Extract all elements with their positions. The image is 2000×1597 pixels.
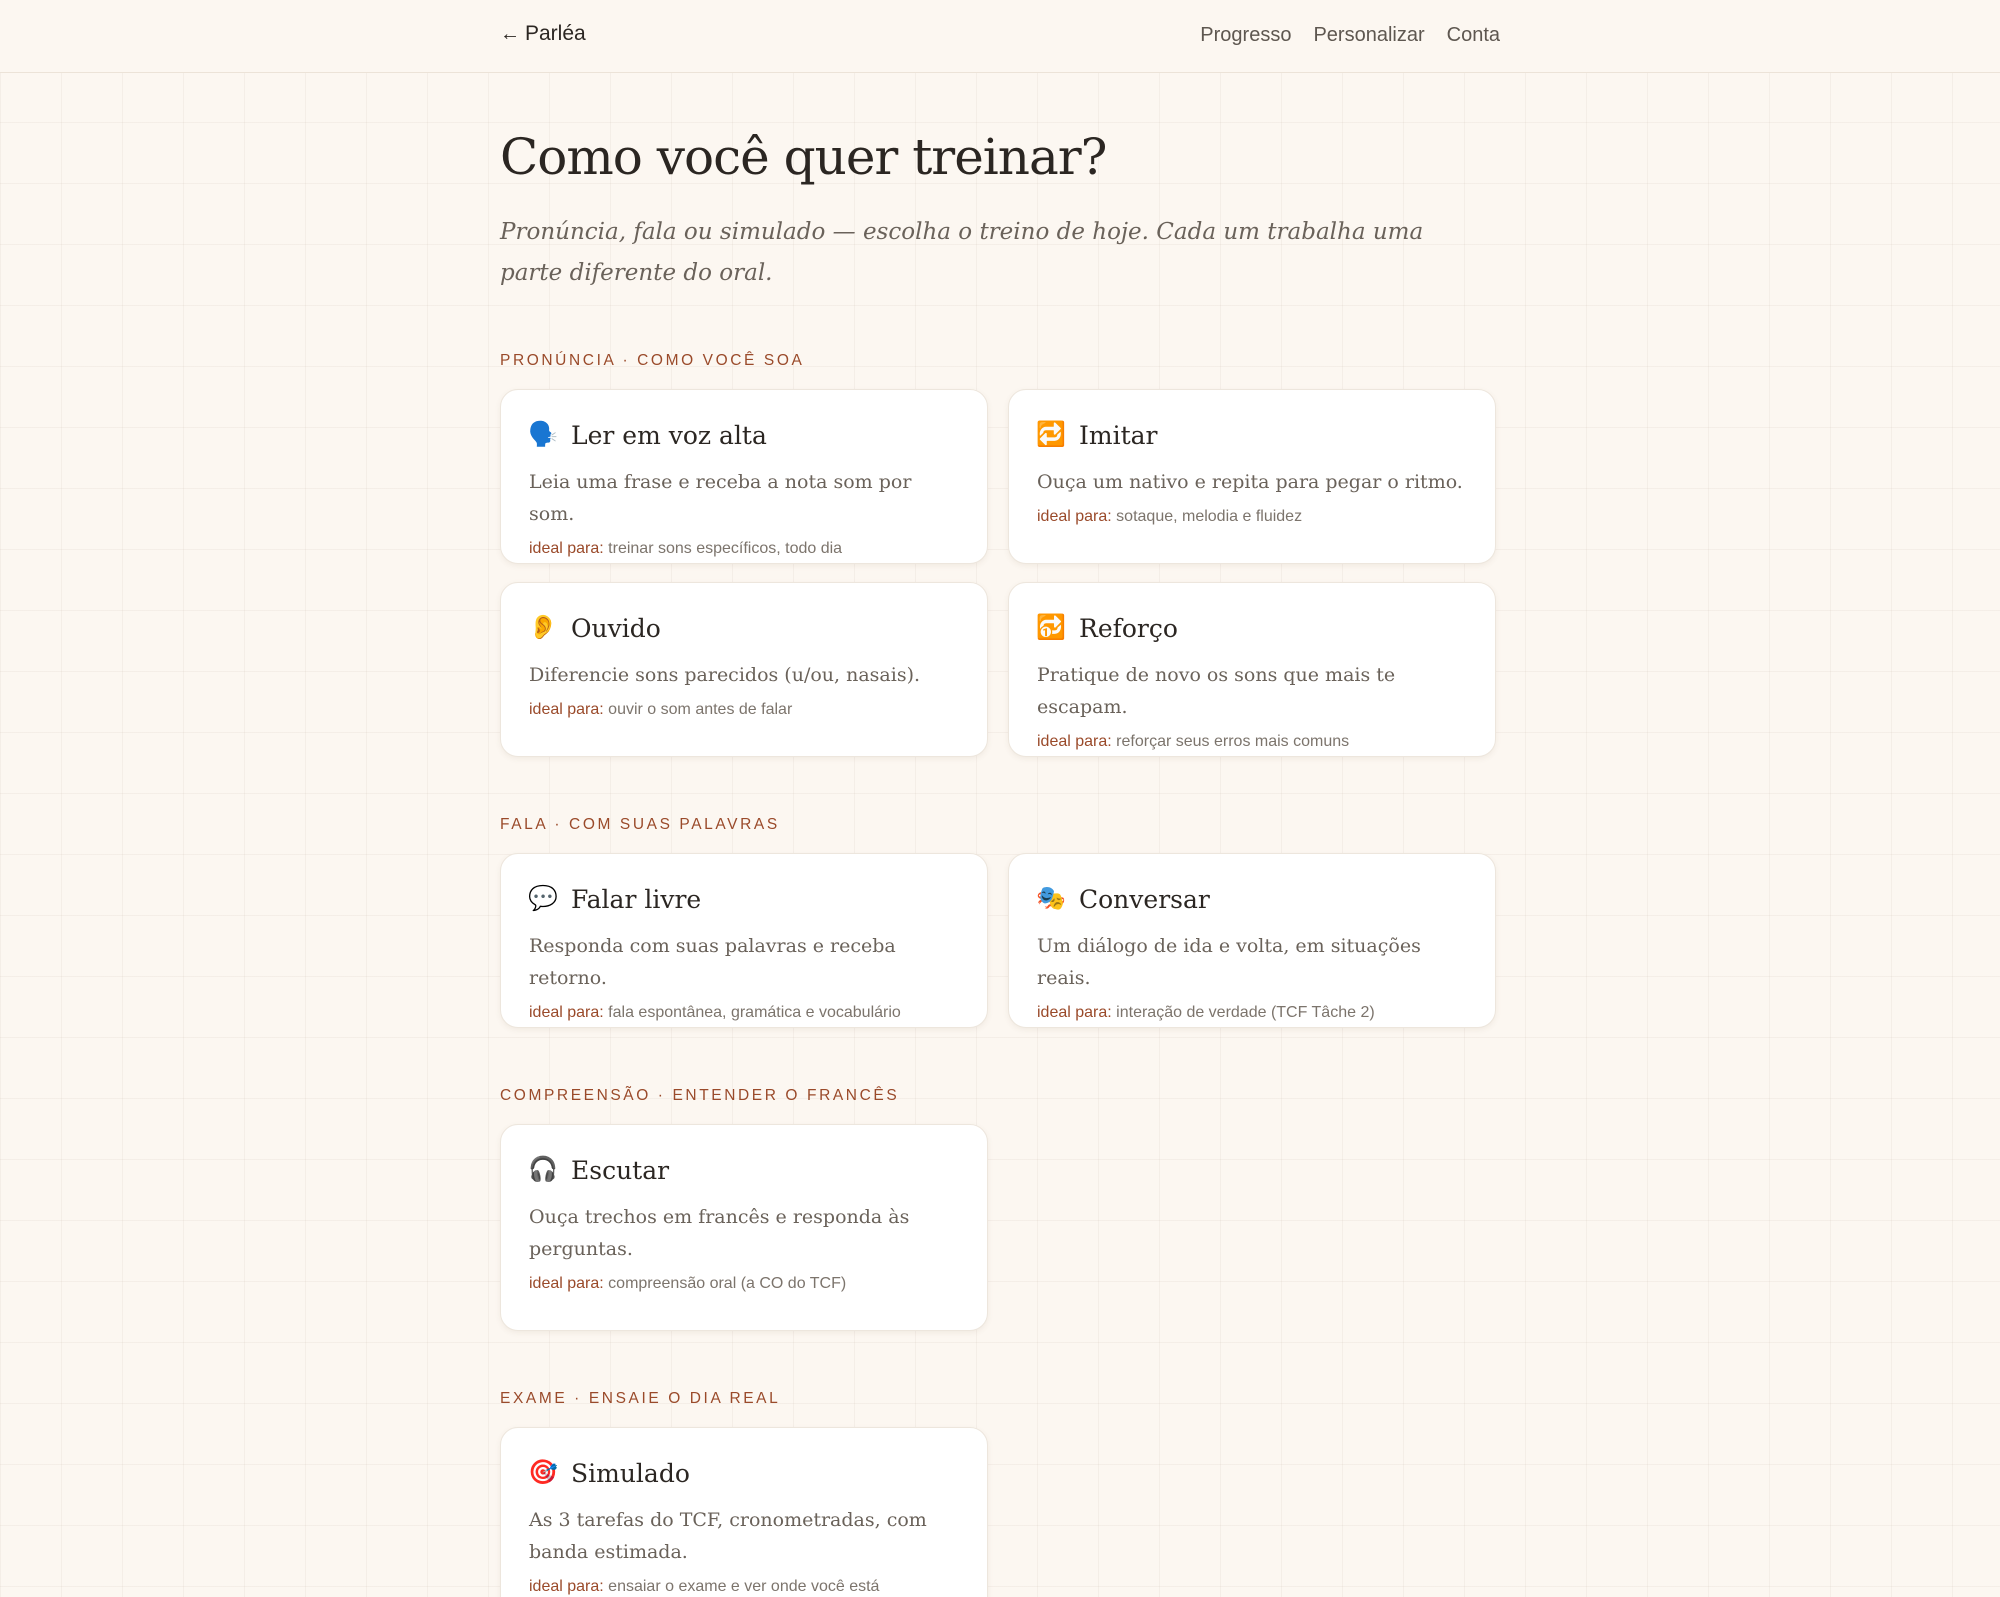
card-description: Ouça um nativo e repita para pegar o rit… (1037, 471, 1463, 493)
card-ideal-for: ideal para: ensaiar o exame e ver onde v… (529, 1578, 959, 1596)
ideal-prefix: ideal para: (1037, 733, 1112, 750)
card-title: Conversar (1079, 884, 1210, 914)
ideal-value: sotaque, melodia e fluidez (1116, 508, 1303, 525)
mode-card-imitar[interactable]: 🔁 Imitar Ouça um nativo e repita para pe… (1008, 389, 1496, 564)
theater-masks-icon: 🎭 (1036, 885, 1066, 912)
mode-card-conversar[interactable]: 🎭 Conversar Um diálogo de ida e volta, e… (1008, 853, 1496, 1028)
ideal-value: fala espontânea, gramática e vocabulário (608, 1004, 901, 1021)
brand-name: Parléa (525, 22, 586, 45)
ideal-value: reforçar seus erros mais comuns (1116, 733, 1350, 750)
card-ideal-for: ideal para: sotaque, melodia e fluidez (1037, 508, 1467, 526)
repeat-icon: 🔁 (1036, 421, 1066, 448)
card-ideal-for: ideal para: interação de verdade (TCF Tâ… (1037, 1004, 1467, 1022)
ideal-value: compreensão oral (a CO do TCF) (608, 1275, 847, 1292)
card-title: Falar livre (571, 884, 702, 914)
mode-card-ouvido[interactable]: 👂 Ouvido Diferencie sons parecidos (u/ou… (500, 582, 988, 757)
card-ideal-for: ideal para: reforçar seus erros mais com… (1037, 733, 1467, 751)
ideal-value: ensaiar o exame e ver onde você está (608, 1578, 880, 1595)
card-description: Ouça trechos em francês e responda às pe… (529, 1206, 910, 1260)
repeat-single-icon: 🔂 (1036, 614, 1066, 641)
card-description: Diferencie sons parecidos (u/ou, nasais)… (529, 664, 921, 686)
card-ideal-for: ideal para: treinar sons específicos, to… (529, 540, 959, 558)
ideal-value: treinar sons específicos, todo dia (608, 540, 843, 557)
card-description: Um diálogo de ida e volta, em situações … (1037, 935, 1421, 989)
top-nav: Progresso Personalizar Conta (1200, 24, 1500, 47)
card-title: Escutar (571, 1155, 670, 1185)
headphones-icon: 🎧 (528, 1156, 558, 1183)
card-ideal-for: ideal para: fala espontânea, gramática e… (529, 1004, 959, 1022)
ideal-value: ouvir o som antes de falar (608, 701, 793, 718)
back-arrow-icon: ← (500, 22, 520, 45)
card-title: Ouvido (571, 613, 661, 643)
mode-card-simulado[interactable]: 🎯 Simulado As 3 tarefas do TCF, cronomet… (500, 1427, 988, 1597)
card-description: Pratique de novo os sons que mais te esc… (1037, 664, 1396, 718)
card-title: Reforço (1079, 613, 1178, 643)
back-to-home-link[interactable]: ← Parléa (500, 22, 586, 46)
section-label-compreensao: Compreensão · entender o francês (500, 1087, 900, 1104)
section-label-fala: Fala · com suas palavras (500, 816, 780, 833)
ideal-prefix: ideal para: (1037, 508, 1112, 525)
ideal-prefix: ideal para: (529, 1004, 604, 1021)
ideal-prefix: ideal para: (529, 1275, 604, 1292)
page-subtitle: Pronúncia, fala ou simulado — escolha o … (500, 219, 1424, 286)
page-title: Como você quer treinar? (500, 128, 1107, 186)
section-label-pronuncia: Pronúncia · como você soa (500, 352, 805, 369)
ideal-value: interação de verdade (TCF Tâche 2) (1116, 1004, 1375, 1021)
ideal-prefix: ideal para: (529, 540, 604, 557)
ear-icon: 👂 (528, 614, 558, 641)
card-ideal-for: ideal para: compreensão oral (a CO do TC… (529, 1275, 959, 1293)
ideal-prefix: ideal para: (1037, 1004, 1112, 1021)
speaking-head-icon: 🗣️ (528, 421, 558, 448)
card-description: As 3 tarefas do TCF, cronometradas, com … (529, 1509, 927, 1563)
ideal-prefix: ideal para: (529, 701, 604, 718)
mode-card-escutar[interactable]: 🎧 Escutar Ouça trechos em francês e resp… (500, 1124, 988, 1331)
card-description: Leia uma frase e receba a nota som por s… (529, 471, 912, 525)
mode-card-ler-em-voz-alta[interactable]: 🗣️ Ler em voz alta Leia uma frase e rece… (500, 389, 988, 564)
card-ideal-for: ideal para: ouvir o som antes de falar (529, 701, 959, 719)
top-bar: ← Parléa Progresso Personalizar Conta (0, 0, 2000, 73)
card-description: Responda com suas palavras e receba reto… (529, 935, 896, 989)
card-title: Ler em voz alta (571, 420, 767, 450)
mode-card-falar-livre[interactable]: 💬 Falar livre Responda com suas palavras… (500, 853, 988, 1028)
nav-conta[interactable]: Conta (1447, 24, 1500, 47)
mode-card-reforco[interactable]: 🔂 Reforço Pratique de novo os sons que m… (1008, 582, 1496, 757)
speech-bubble-icon: 💬 (528, 885, 558, 912)
card-title: Imitar (1079, 420, 1158, 450)
nav-progresso[interactable]: Progresso (1200, 24, 1291, 47)
target-icon: 🎯 (528, 1459, 558, 1486)
nav-personalizar[interactable]: Personalizar (1313, 24, 1424, 47)
card-title: Simulado (571, 1458, 690, 1488)
section-label-exame: Exame · ensaie o dia real (500, 1390, 781, 1407)
ideal-prefix: ideal para: (529, 1578, 604, 1595)
